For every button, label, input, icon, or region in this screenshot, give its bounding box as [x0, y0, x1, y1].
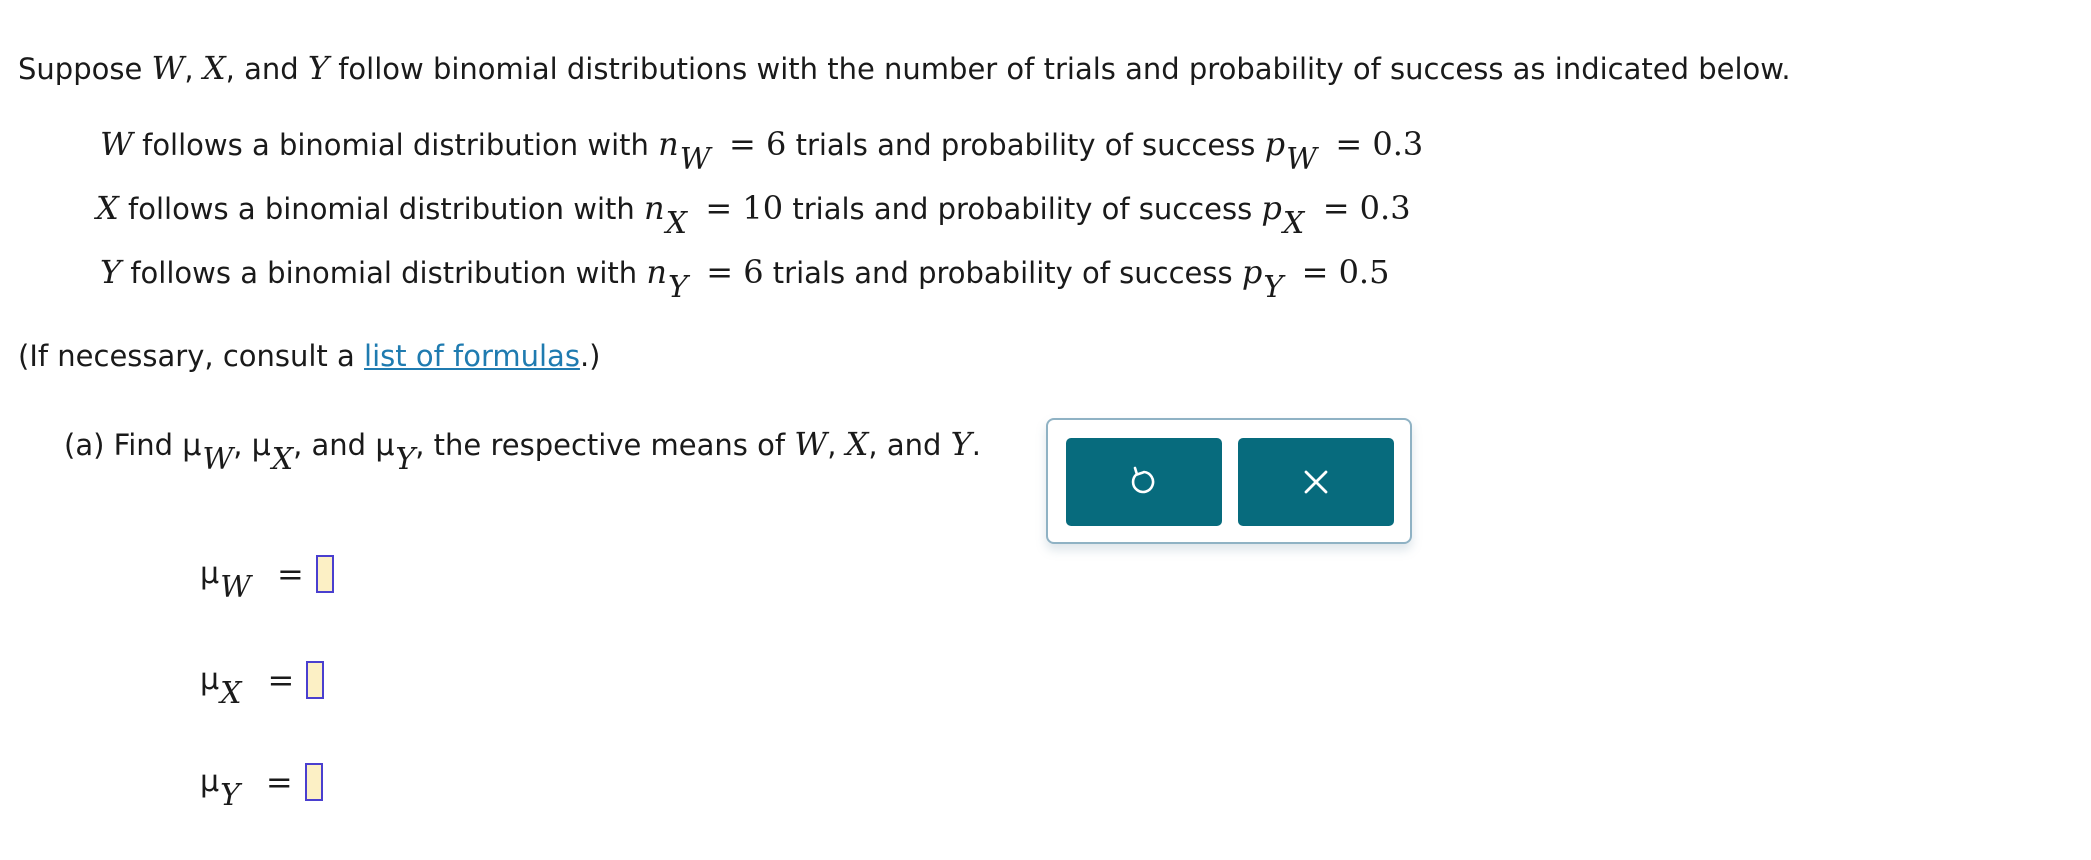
distribution-x: X follows a binomial distribution with n…: [96, 189, 1411, 241]
answer-row-mu-w: μW =: [200, 554, 334, 605]
distribution-y: Y follows a binomial distribution with n…: [100, 253, 1390, 305]
answer-row-mu-x: μX =: [200, 660, 325, 711]
clear-button[interactable]: [1238, 438, 1394, 526]
answer-tools-panel: [1046, 418, 1412, 544]
reset-button[interactable]: [1066, 438, 1222, 526]
consult-note: (If necessary, consult a list of formula…: [18, 339, 601, 373]
answer-row-mu-y: μY =: [200, 762, 323, 813]
close-icon: [1304, 470, 1328, 494]
mu-y-input[interactable]: [304, 763, 323, 801]
mu-w-input[interactable]: [315, 555, 334, 593]
part-a-question: (a) Find μW, μX, and μY, the respective …: [64, 425, 981, 477]
intro-sentence: Suppose W, X, and Y follow binomial dist…: [18, 49, 1791, 87]
list-of-formulas-link[interactable]: list of formulas: [364, 339, 580, 373]
mu-x-input[interactable]: [306, 661, 325, 699]
distribution-w: W follows a binomial distribution with n…: [100, 125, 1424, 177]
undo-icon: [1131, 466, 1155, 494]
